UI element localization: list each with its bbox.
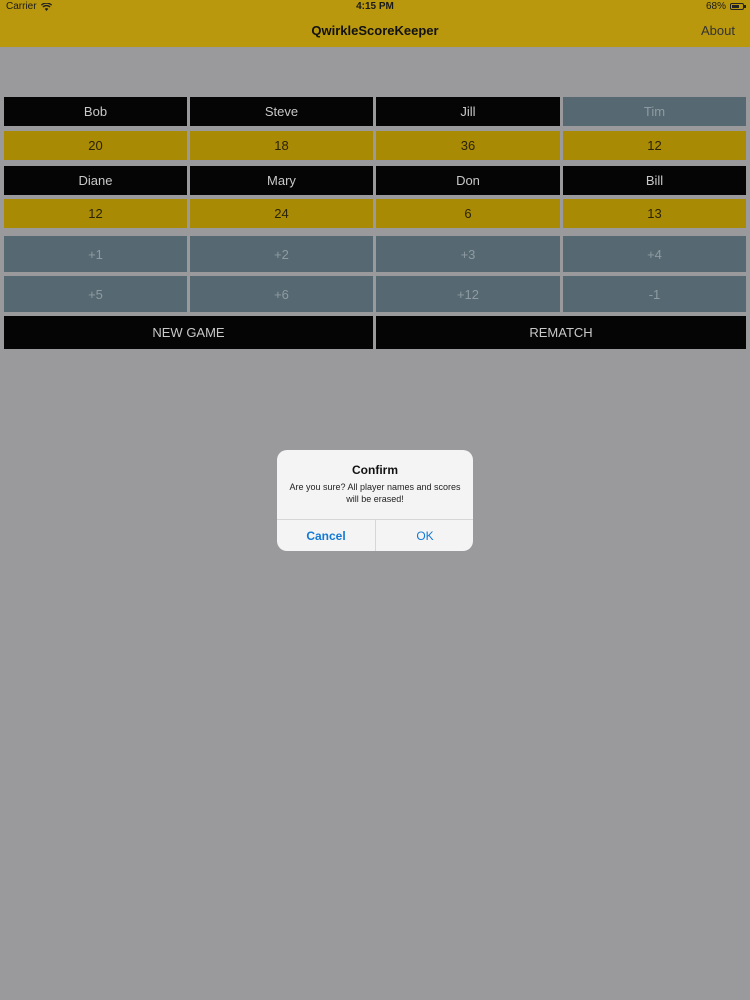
player-name-don[interactable]: Don bbox=[376, 166, 560, 195]
add-6-button[interactable]: +6 bbox=[190, 276, 373, 312]
add-2-button[interactable]: +2 bbox=[190, 236, 373, 272]
player-name-bob[interactable]: Bob bbox=[4, 97, 187, 126]
player-score-tim: 12 bbox=[563, 131, 746, 160]
about-button[interactable]: About bbox=[701, 23, 735, 38]
player-name-jill[interactable]: Jill bbox=[376, 97, 560, 126]
player-name-bill[interactable]: Bill bbox=[563, 166, 746, 195]
player-name-tim[interactable]: Tim bbox=[563, 97, 746, 126]
battery-percent: 68% bbox=[705, 1, 726, 12]
player-score-bill: 13 bbox=[563, 199, 746, 228]
dialog-message: Are you sure? All player names and score… bbox=[289, 482, 461, 504]
status-time: 4:15 PM bbox=[356, 1, 394, 12]
add-3-button[interactable]: +3 bbox=[376, 236, 560, 272]
ok-button[interactable]: OK bbox=[376, 520, 473, 551]
add-5-button[interactable]: +5 bbox=[4, 276, 187, 312]
rematch-button[interactable]: REMATCH bbox=[376, 316, 746, 349]
add-4-button[interactable]: +4 bbox=[563, 236, 746, 272]
status-right: 68% bbox=[705, 1, 746, 12]
confirm-dialog: Confirm Are you sure? All player names a… bbox=[277, 450, 473, 551]
player-score-bob: 20 bbox=[4, 131, 187, 160]
player-score-jill: 36 bbox=[376, 131, 560, 160]
player-name-steve[interactable]: Steve bbox=[190, 97, 373, 126]
player-score-steve: 18 bbox=[190, 131, 373, 160]
subtract-1-button[interactable]: -1 bbox=[563, 276, 746, 312]
player-name-mary[interactable]: Mary bbox=[190, 166, 373, 195]
new-game-button[interactable]: NEW GAME bbox=[4, 316, 373, 349]
player-score-don: 6 bbox=[376, 199, 560, 228]
player-name-diane[interactable]: Diane bbox=[4, 166, 187, 195]
battery-icon bbox=[730, 3, 746, 10]
add-1-button[interactable]: +1 bbox=[4, 236, 187, 272]
dialog-title: Confirm bbox=[352, 463, 398, 477]
player-score-diane: 12 bbox=[4, 199, 187, 228]
app-title: QwirkleScoreKeeper bbox=[311, 23, 439, 38]
player-score-mary: 24 bbox=[190, 199, 373, 228]
add-12-button[interactable]: +12 bbox=[376, 276, 560, 312]
cancel-button[interactable]: Cancel bbox=[277, 520, 375, 551]
navigation-bar: QwirkleScoreKeeper About bbox=[0, 14, 750, 47]
status-bar: Carrier 4:15 PM 68% bbox=[0, 0, 750, 14]
